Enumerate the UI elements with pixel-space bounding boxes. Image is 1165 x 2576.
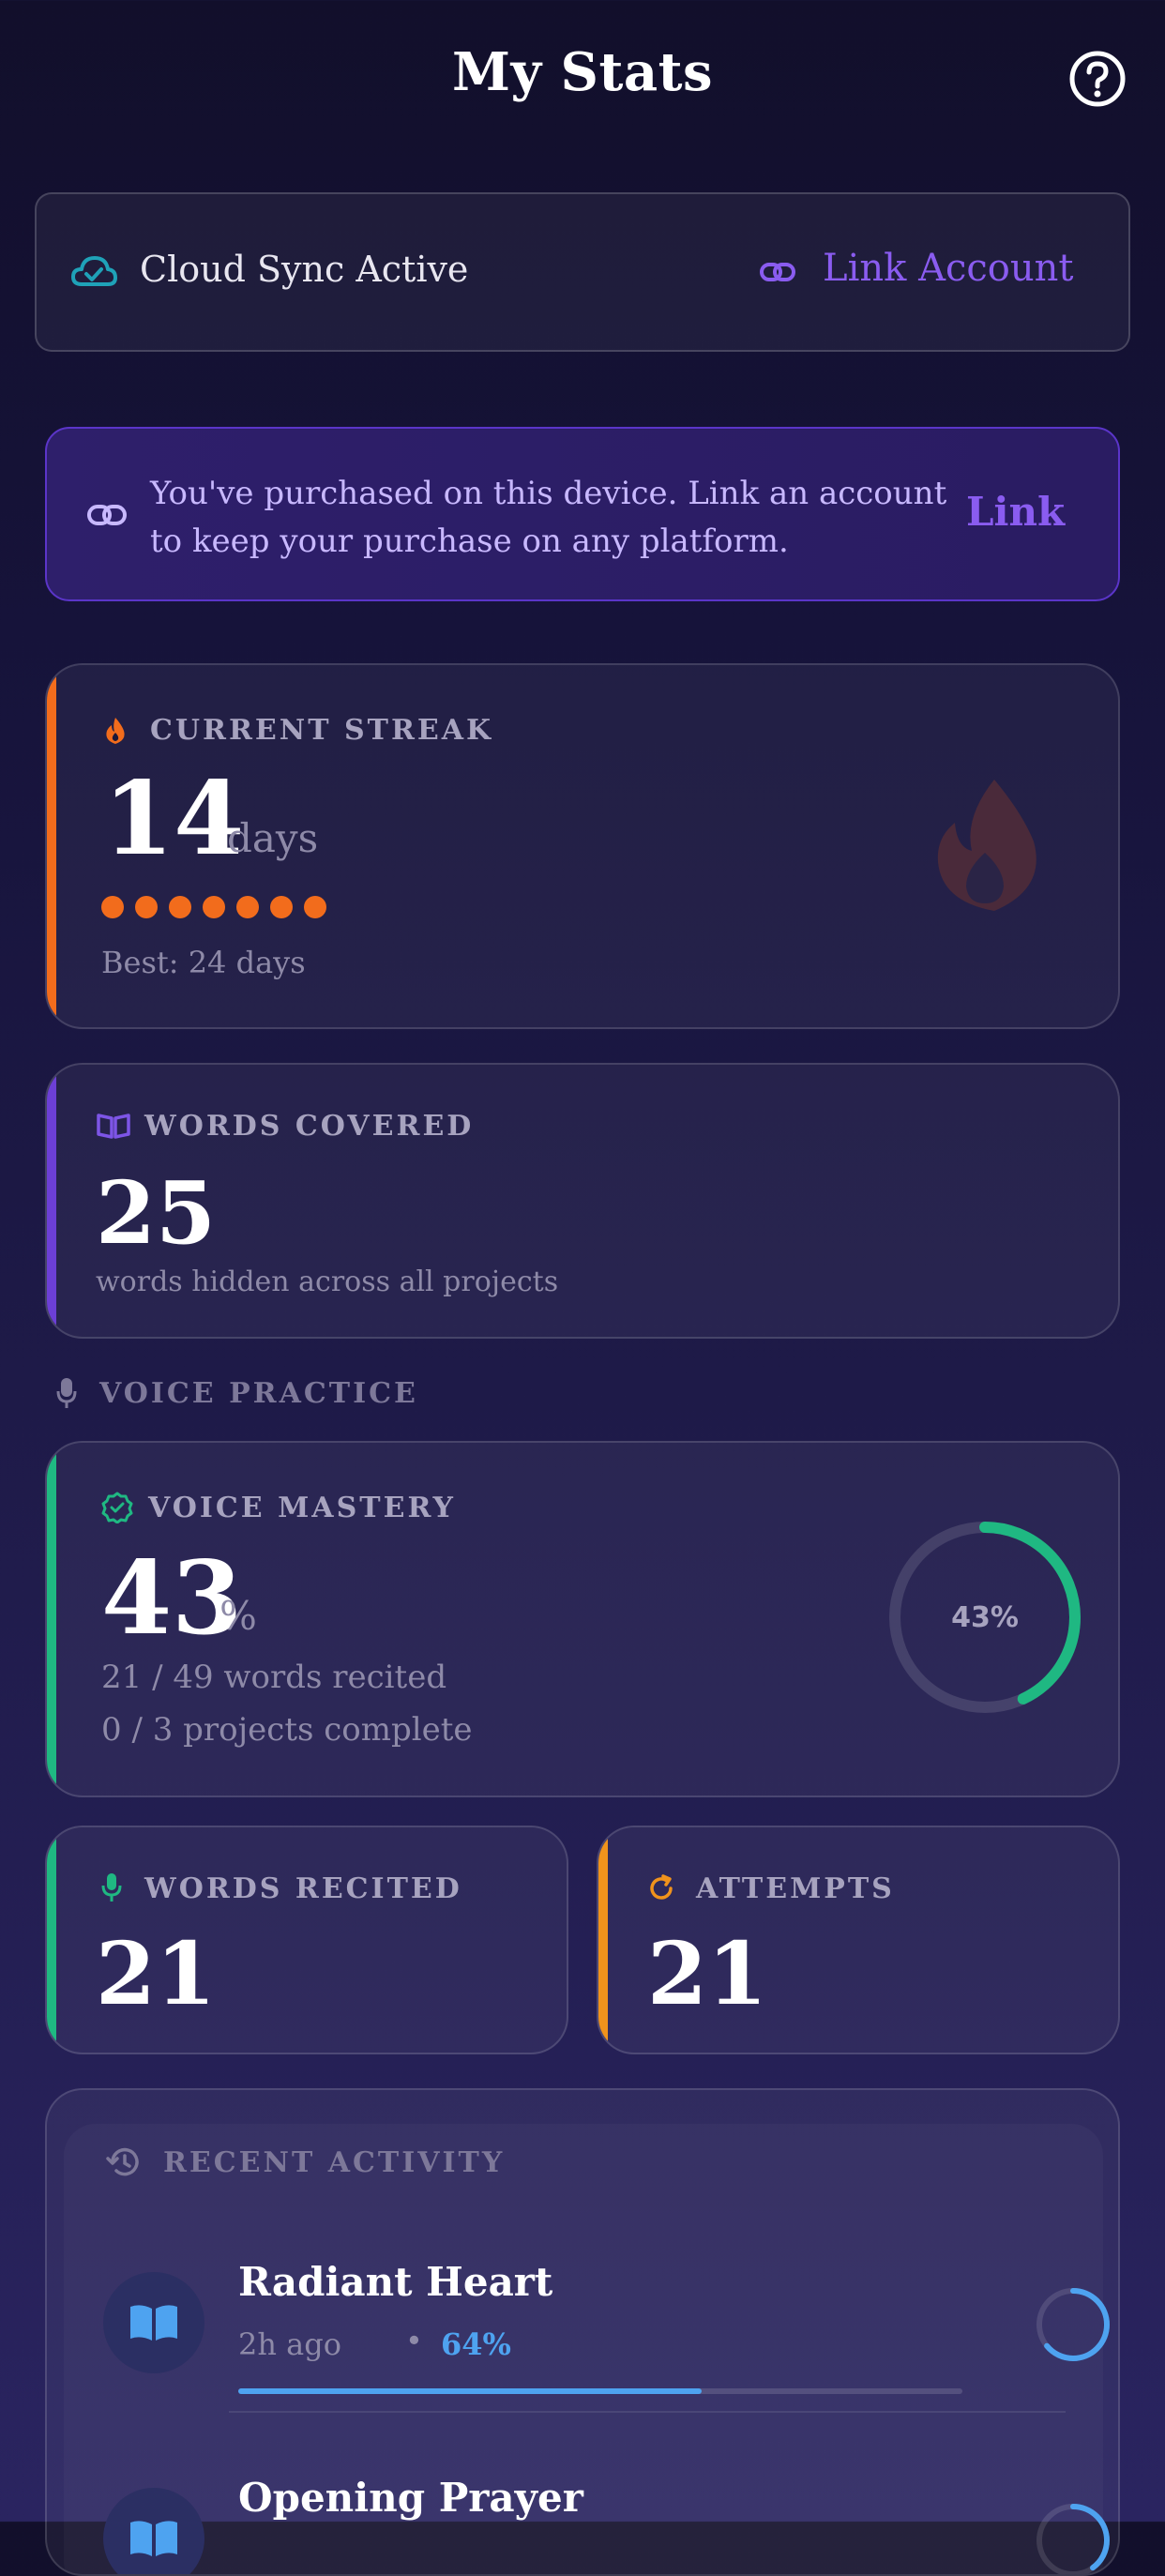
activity-percent: 64% [441,2326,511,2362]
attempts-label: ATTEMPTS [696,1872,895,1905]
streak-dot [236,896,259,918]
activity-separator: • [405,2323,423,2358]
sync-status-text: Cloud Sync Active [140,249,469,290]
link-icon [87,505,127,525]
streak-dot [203,896,225,918]
streak-dot [101,896,124,918]
activity-avatar [103,2272,204,2373]
words-recited-value: 21 [96,1923,217,2024]
streak-dots [101,896,326,918]
streak-label: CURRENT STREAK [150,714,494,747]
cloud-check-icon [71,256,117,286]
fire-icon [937,780,1036,911]
current-streak-card: CURRENT STREAK 14 days Best: 24 days [45,663,1120,1029]
projects-complete-summary: 0 / 3 projects complete [101,1711,473,1749]
words-covered-subtitle: words hidden across all projects [96,1265,559,1298]
streak-unit: days [227,815,319,861]
card-accent-bar [47,1443,56,1796]
activity-progress-fill [238,2388,703,2394]
voice-mastery-card: VOICE MASTERY 43 % 21 / 49 words recited… [45,1441,1120,1797]
cloud-sync-bar: Cloud Sync Active Link Account [35,192,1130,352]
microphone-icon [101,1873,122,1902]
recent-activity-card: RECENT ACTIVITY Radiant Heart 2h ago • 6… [45,2088,1120,2576]
voice-practice-heading: VOICE PRACTICE [99,1377,418,1410]
page-title: My Stats [451,41,713,103]
link-icon [760,263,795,281]
streak-dot [135,896,158,918]
activity-title: Radiant Heart [238,2259,553,2305]
voice-mastery-unit: % [219,1593,257,1639]
words-covered-label: WORDS COVERED [144,1110,475,1143]
attempts-value: 21 [647,1923,768,2024]
link-account-button[interactable]: Link Account [823,247,1073,290]
card-accent-bar [47,665,56,1027]
words-covered-card: WORDS COVERED 25 words hidden across all… [45,1063,1120,1339]
recent-activity-label: RECENT ACTIVITY [163,2146,506,2179]
activity-avatar [103,2488,204,2574]
streak-dot [270,896,293,918]
link-button[interactable]: Link [966,489,1065,535]
verified-badge-icon [101,1492,133,1523]
microphone-icon [56,1378,77,1408]
words-recited-summary: 21 / 49 words recited [101,1659,447,1696]
activity-divider [229,2411,1066,2413]
activity-item[interactable]: Opening Prayer [103,2469,1110,2574]
card-accent-bar [47,1065,56,1337]
voice-mastery-label: VOICE MASTERY [148,1492,456,1524]
help-button[interactable] [1067,49,1127,109]
streak-best: Best: 24 days [101,945,306,980]
open-book-icon [130,2521,177,2556]
card-accent-bar [47,1827,56,2053]
refresh-icon [650,1874,673,1900]
streak-dot [304,896,326,918]
fire-icon [106,718,125,744]
purchase-banner-text: You've purchased on this device. Link an… [150,475,947,560]
attempts-card: ATTEMPTS 21 [597,1826,1120,2054]
words-recited-label: WORDS RECITED [144,1872,462,1905]
history-icon [106,2147,139,2176]
activity-progress-ring [1036,2504,1110,2574]
activity-item[interactable]: Radiant Heart 2h ago • 64% [103,2253,1110,2394]
activity-time: 2h ago [238,2326,341,2362]
help-circle-icon [1069,51,1126,107]
open-book-icon [130,2305,177,2341]
streak-dot [169,896,191,918]
activity-progress-ring [1036,2288,1110,2361]
streak-value: 14 [103,760,245,878]
purchase-banner: You've purchased on this device. Link an… [45,427,1120,601]
words-recited-card: WORDS RECITED 21 [45,1826,568,2054]
activity-title: Opening Prayer [238,2475,583,2521]
card-accent-bar [598,1827,608,2053]
activity-progress-track [238,2388,962,2394]
mastery-ring-label: 43% [951,1600,1019,1634]
words-covered-value: 25 [96,1162,217,1264]
open-book-icon [97,1114,130,1139]
